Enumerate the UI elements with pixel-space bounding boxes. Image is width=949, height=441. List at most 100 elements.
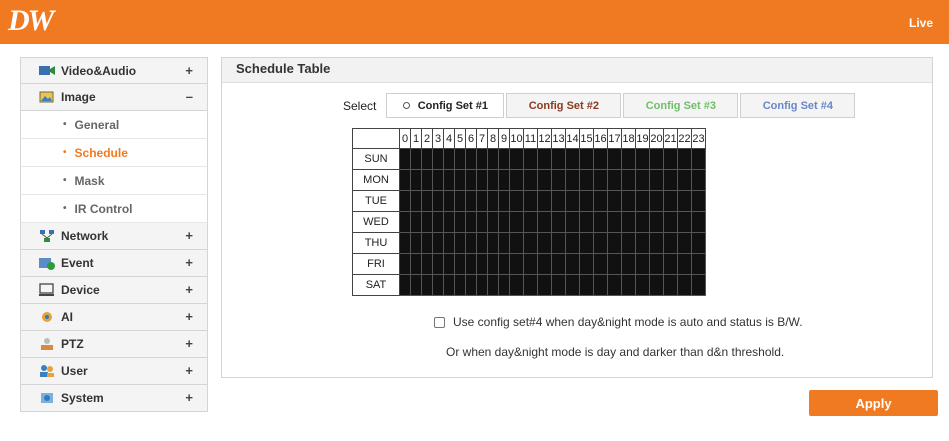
schedule-cell[interactable]	[537, 190, 552, 212]
schedule-cell[interactable]	[509, 274, 524, 296]
schedule-cell[interactable]	[635, 190, 650, 212]
schedule-cell[interactable]	[523, 232, 538, 254]
schedule-cell[interactable]	[607, 190, 622, 212]
schedule-cell[interactable]	[593, 253, 608, 275]
schedule-cell[interactable]	[691, 148, 706, 170]
config-set-3-tab[interactable]: Config Set #3	[623, 93, 739, 118]
hour-header[interactable]: 1	[410, 128, 422, 149]
schedule-cell[interactable]	[691, 169, 706, 191]
hour-header[interactable]: 7	[476, 128, 488, 149]
schedule-cell[interactable]	[498, 169, 510, 191]
hour-header[interactable]: 10	[509, 128, 524, 149]
schedule-cell[interactable]	[509, 211, 524, 233]
schedule-cell[interactable]	[399, 232, 411, 254]
schedule-cell[interactable]	[621, 253, 636, 275]
schedule-cell[interactable]	[487, 274, 499, 296]
schedule-cell[interactable]	[579, 274, 594, 296]
hour-header[interactable]: 20	[649, 128, 664, 149]
schedule-cell[interactable]	[523, 253, 538, 275]
schedule-cell[interactable]	[579, 148, 594, 170]
sidebar-subitem-mask[interactable]: • Mask	[20, 167, 208, 195]
schedule-cell[interactable]	[565, 169, 580, 191]
schedule-cell[interactable]	[476, 253, 488, 275]
sidebar-item-ai[interactable]: AI +	[20, 304, 208, 331]
schedule-cell[interactable]	[432, 211, 444, 233]
expand-plus-icon[interactable]: +	[185, 390, 193, 405]
config4-bw-checkbox[interactable]	[434, 316, 445, 328]
schedule-cell[interactable]	[593, 190, 608, 212]
sidebar-subitem-general[interactable]: • General	[20, 111, 208, 139]
schedule-cell[interactable]	[443, 190, 455, 212]
schedule-cell[interactable]	[443, 232, 455, 254]
schedule-cell[interactable]	[476, 274, 488, 296]
hour-header[interactable]: 11	[523, 128, 538, 149]
schedule-cell[interactable]	[649, 148, 664, 170]
schedule-cell[interactable]	[465, 253, 477, 275]
schedule-cell[interactable]	[593, 211, 608, 233]
schedule-cell[interactable]	[663, 211, 678, 233]
schedule-cell[interactable]	[677, 253, 692, 275]
hour-header[interactable]: 17	[607, 128, 622, 149]
expand-plus-icon[interactable]: +	[185, 255, 193, 270]
schedule-cell[interactable]	[421, 232, 433, 254]
schedule-cell[interactable]	[487, 169, 499, 191]
schedule-cell[interactable]	[476, 232, 488, 254]
hour-header[interactable]: 6	[465, 128, 477, 149]
hour-header[interactable]: 13	[551, 128, 566, 149]
schedule-cell[interactable]	[421, 148, 433, 170]
schedule-cell[interactable]	[691, 253, 706, 275]
schedule-cell[interactable]	[465, 169, 477, 191]
sidebar-item-video-audio[interactable]: Video&Audio +	[20, 57, 208, 84]
hour-header[interactable]: 22	[677, 128, 692, 149]
expand-plus-icon[interactable]: +	[185, 63, 193, 78]
schedule-cell[interactable]	[691, 274, 706, 296]
schedule-cell[interactable]	[663, 232, 678, 254]
schedule-cell[interactable]	[465, 211, 477, 233]
hour-header[interactable]: 12	[537, 128, 552, 149]
schedule-cell[interactable]	[537, 148, 552, 170]
expand-plus-icon[interactable]: +	[185, 363, 193, 378]
hour-header[interactable]: 16	[593, 128, 608, 149]
schedule-cell[interactable]	[677, 169, 692, 191]
schedule-cell[interactable]	[579, 211, 594, 233]
config-set-2-tab[interactable]: Config Set #2	[506, 93, 622, 118]
schedule-cell[interactable]	[523, 190, 538, 212]
schedule-cell[interactable]	[509, 190, 524, 212]
day-header[interactable]: MON	[352, 169, 400, 191]
sidebar-item-system[interactable]: System +	[20, 385, 208, 412]
schedule-cell[interactable]	[421, 190, 433, 212]
schedule-cell[interactable]	[487, 148, 499, 170]
schedule-cell[interactable]	[635, 274, 650, 296]
schedule-cell[interactable]	[621, 232, 636, 254]
schedule-cell[interactable]	[498, 211, 510, 233]
schedule-cell[interactable]	[399, 211, 411, 233]
schedule-cell[interactable]	[487, 232, 499, 254]
schedule-cell[interactable]	[432, 190, 444, 212]
day-header[interactable]: TUE	[352, 190, 400, 212]
schedule-cell[interactable]	[579, 232, 594, 254]
sidebar-item-event[interactable]: Event +	[20, 250, 208, 277]
day-header[interactable]: SAT	[352, 274, 400, 296]
sidebar-item-ptz[interactable]: PTZ +	[20, 331, 208, 358]
schedule-cell[interactable]	[421, 211, 433, 233]
schedule-cell[interactable]	[443, 148, 455, 170]
schedule-cell[interactable]	[621, 190, 636, 212]
schedule-cell[interactable]	[551, 274, 566, 296]
schedule-cell[interactable]	[677, 190, 692, 212]
schedule-cell[interactable]	[579, 169, 594, 191]
sidebar-item-image[interactable]: Image –	[20, 84, 208, 111]
hour-header[interactable]: 21	[663, 128, 678, 149]
schedule-cell[interactable]	[432, 253, 444, 275]
schedule-cell[interactable]	[663, 274, 678, 296]
schedule-cell[interactable]	[593, 232, 608, 254]
schedule-cell[interactable]	[565, 211, 580, 233]
schedule-cell[interactable]	[487, 253, 499, 275]
hour-header[interactable]: 18	[621, 128, 636, 149]
schedule-cell[interactable]	[523, 274, 538, 296]
schedule-cell[interactable]	[551, 232, 566, 254]
hour-header[interactable]: 23	[691, 128, 706, 149]
schedule-cell[interactable]	[635, 253, 650, 275]
schedule-cell[interactable]	[607, 274, 622, 296]
schedule-cell[interactable]	[565, 232, 580, 254]
schedule-cell[interactable]	[663, 190, 678, 212]
